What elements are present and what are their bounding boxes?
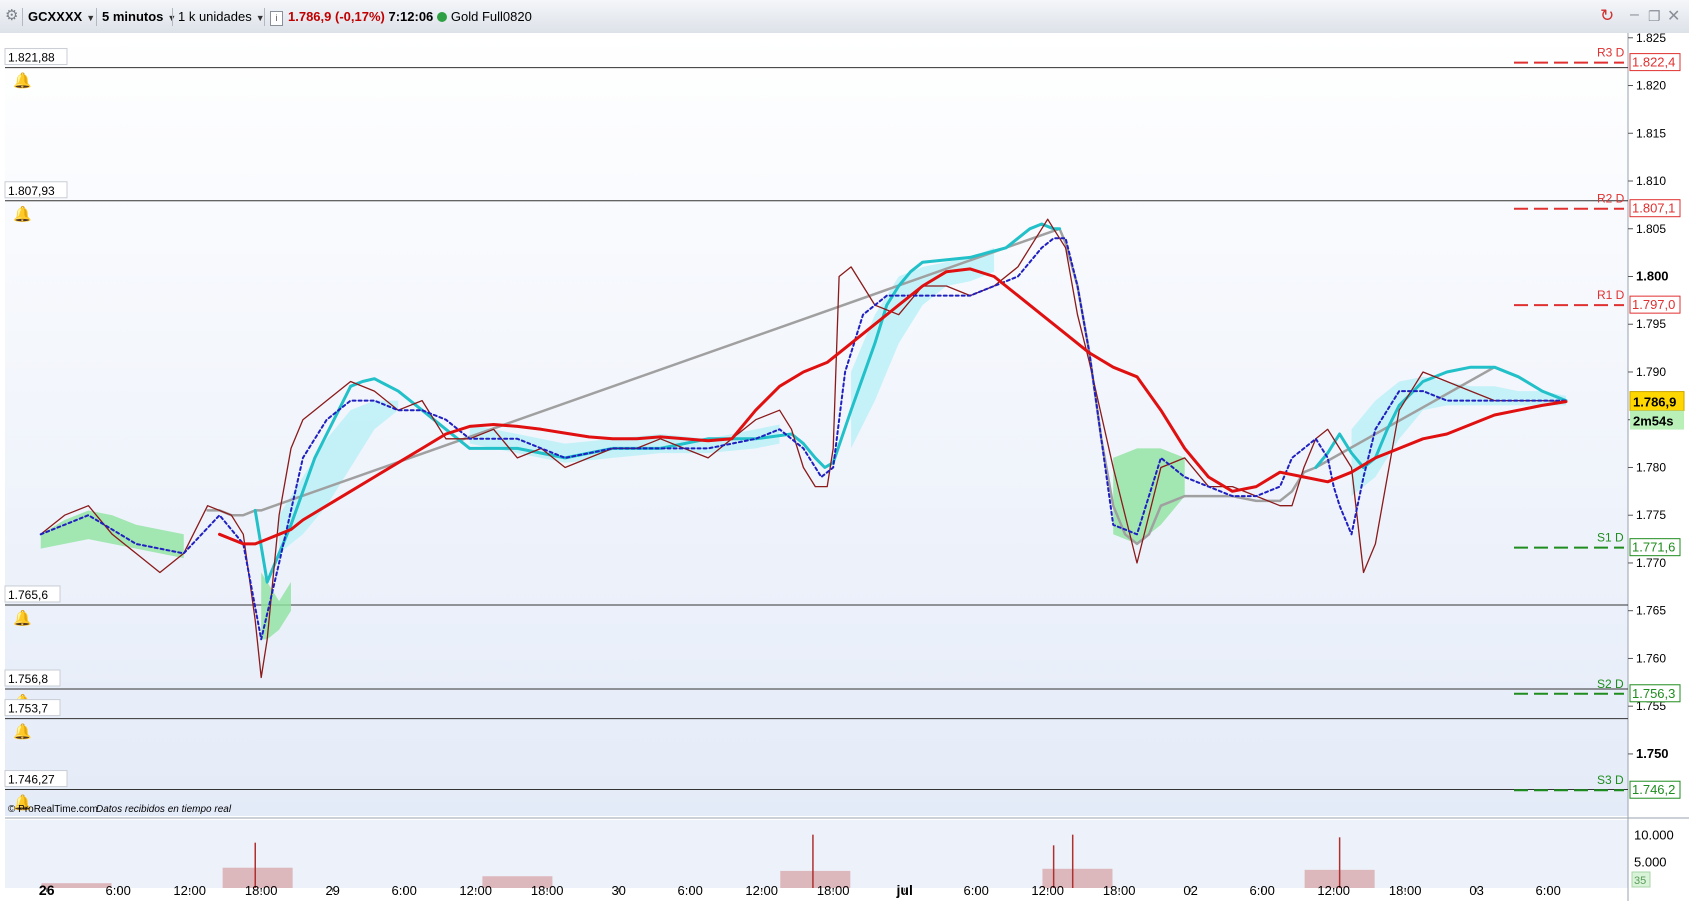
bell-icon: 🔔: [13, 723, 32, 741]
info-icon[interactable]: i: [270, 11, 283, 26]
bell-icon: 🔔: [13, 205, 32, 223]
interval-selector[interactable]: 5 minutos ▼: [96, 8, 176, 26]
time-axis-label: 6:00: [1250, 883, 1275, 898]
time-axis-label: 6:00: [1536, 883, 1561, 898]
price-tick-label: 1.815: [1636, 126, 1666, 140]
time-axis-label: 12:00: [1317, 883, 1350, 898]
time-axis-label: 02: [1183, 883, 1197, 898]
pivot-value-label: 1.807,1: [1632, 201, 1675, 216]
pivot-value-label: 1.756,3: [1632, 686, 1675, 701]
time-axis-label: 18:00: [1103, 883, 1136, 898]
interval-label: 5 minutos: [102, 9, 164, 24]
alert-label: 1.807,93: [8, 184, 55, 198]
alert-label: 1.756,8: [8, 672, 48, 686]
symbol-selector[interactable]: GCXXXX ▼: [22, 8, 95, 26]
pivot-label: S3 D: [1597, 773, 1624, 787]
time-axis-label: 12:00: [459, 883, 492, 898]
price-tick-label: 1.800: [1636, 268, 1669, 283]
bell-icon: 🔔: [13, 609, 32, 627]
sync-icon[interactable]: ↻: [1600, 6, 1614, 26]
time-axis-label: 12:00: [745, 883, 778, 898]
alert-label: 1.746,27: [8, 773, 55, 787]
credit-label: © ProRealTime.com: [8, 804, 98, 815]
time-axis-label: 30: [611, 883, 625, 898]
alert-label: 1.821,88: [8, 51, 55, 65]
units-selector[interactable]: 1 k unidades ▼: [172, 8, 265, 26]
instrument-name: Gold Full0820: [450, 9, 532, 24]
price-tick-label: 1.770: [1636, 556, 1666, 570]
price-tick-label: 1.760: [1636, 651, 1666, 665]
pivot-label: R2 D: [1597, 192, 1625, 206]
pivot-value-label: 1.746,2: [1632, 782, 1675, 797]
time-axis-label: 18:00: [245, 883, 278, 898]
quote-time: 7:12:06: [388, 9, 434, 24]
pivot-label: S1 D: [1597, 531, 1624, 545]
time-axis-label: 6:00: [964, 883, 989, 898]
time-axis-label: jul: [896, 882, 913, 898]
restore-icon[interactable]: ❐: [1648, 8, 1661, 25]
price-tick-label: 1.750: [1636, 746, 1669, 761]
chevron-down-icon: ▼: [86, 13, 96, 23]
chart-toolbar: ⚙ GCXXXX ▼ 5 minutos ▼ 1 k unidades ▼ i 1.78…: [0, 0, 1689, 34]
price-tick-label: 1.820: [1636, 79, 1666, 93]
quote-info: i 1.786,9 (-0,17%) 7:12:06 Gold Full0820: [264, 8, 532, 26]
time-axis-label: 18:00: [1389, 883, 1422, 898]
volume-tick-label: 5.000: [1634, 854, 1667, 869]
price-tick-label: 1.795: [1636, 317, 1666, 331]
price-tick-label: 1.790: [1636, 365, 1666, 379]
pivot-label: R1 D: [1597, 288, 1625, 302]
last-volume-label: 35: [1634, 875, 1646, 887]
time-axis-label: 18:00: [817, 883, 850, 898]
time-axis-label: 03: [1469, 883, 1483, 898]
time-axis-label: 6:00: [678, 883, 703, 898]
price-chart[interactable]: 1.825 1.820 1.815 1.810 1.805 1.800 1.795 1.790…: [0, 33, 1689, 901]
price-tick-label: 1.775: [1636, 508, 1666, 522]
time-axis-label: 12:00: [1031, 883, 1064, 898]
time-axis-label: 12:00: [173, 883, 206, 898]
credit-note: Datos recibidos en tiempo real: [96, 804, 232, 815]
current-price-label: 1.786,9: [1633, 395, 1676, 410]
settings-icon[interactable]: ⚙: [5, 7, 18, 25]
time-axis-label: 6:00: [392, 883, 417, 898]
pivot-label: S2 D: [1597, 677, 1624, 691]
countdown-label: 2m54s: [1633, 414, 1673, 429]
footer-strip: [0, 901, 1689, 910]
price-tick-label: 1.825: [1636, 33, 1666, 45]
price-tick-label: 1.765: [1636, 604, 1666, 618]
volume-tick-label: 10.000: [1634, 828, 1674, 843]
time-axis-label: 29: [325, 883, 339, 898]
pivot-value-label: 1.797,0: [1632, 297, 1675, 312]
bell-icon: 🔔: [13, 72, 32, 90]
status-dot-icon: [436, 12, 447, 22]
price-tick-label: 1.805: [1636, 222, 1666, 236]
alert-label: 1.753,7: [8, 702, 48, 716]
symbol-label: GCXXXX: [28, 9, 83, 24]
alert-label: 1.765,6: [8, 588, 48, 602]
time-axis-label: 26: [39, 882, 55, 898]
price-tick-label: 1.780: [1636, 460, 1666, 474]
price-change: 1.786,9 (-0,17%): [288, 9, 385, 24]
close-icon[interactable]: ✕: [1667, 6, 1680, 26]
time-axis-label: 6:00: [106, 883, 131, 898]
units-label: 1 k unidades: [178, 9, 252, 24]
pivot-value-label: 1.771,6: [1632, 540, 1675, 555]
price-tick-label: 1.810: [1636, 174, 1666, 188]
pivot-label: R3 D: [1597, 46, 1625, 60]
pivot-value-label: 1.822,4: [1632, 55, 1675, 70]
minimize-icon[interactable]: –: [1630, 6, 1639, 24]
time-axis-label: 18:00: [531, 883, 564, 898]
